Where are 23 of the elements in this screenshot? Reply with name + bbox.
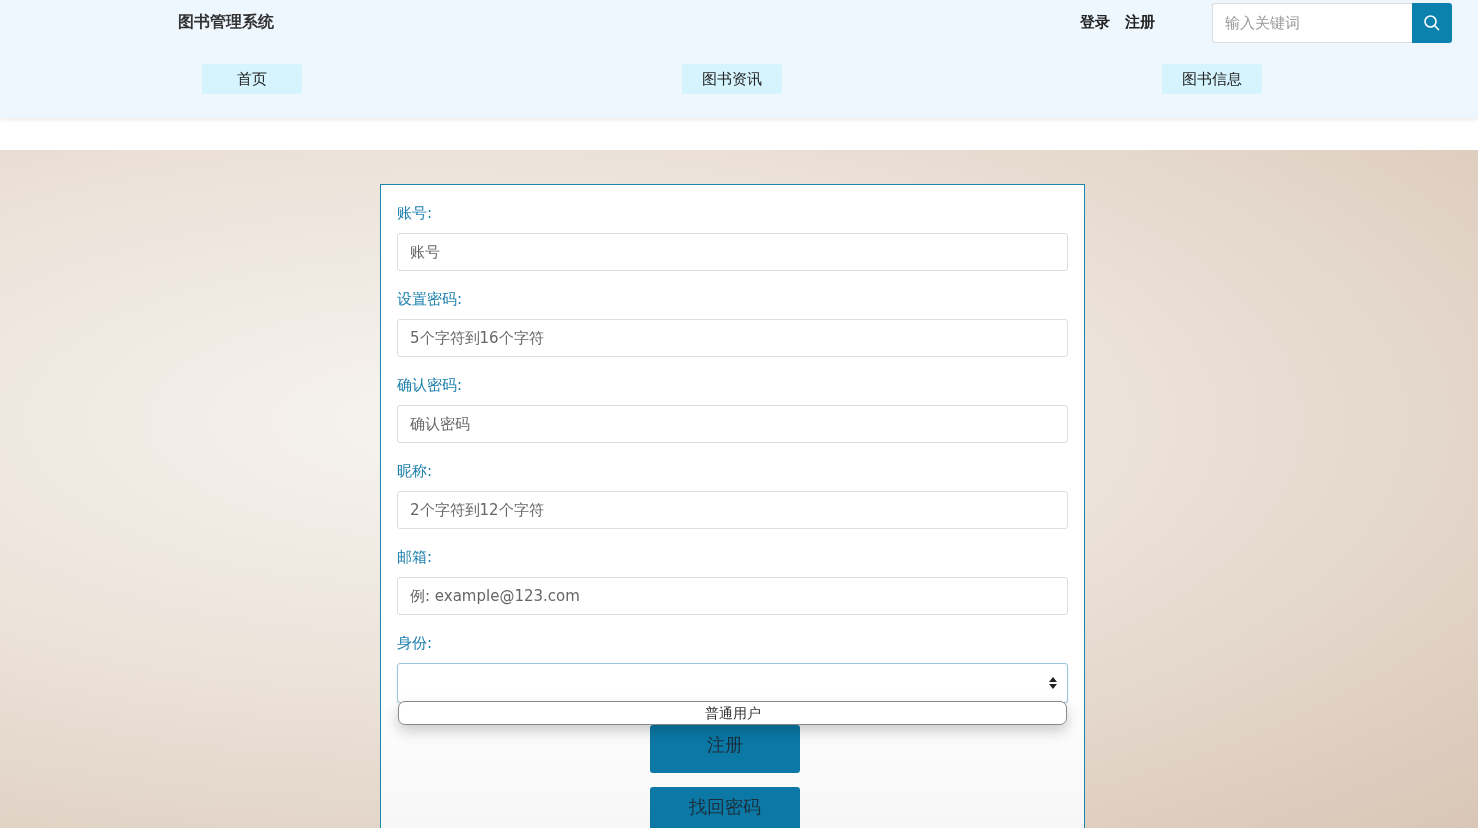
input-field[interactable]: 确认密码	[397, 405, 1068, 443]
search-button[interactable]	[1412, 3, 1452, 43]
site-title: 图书管理系统	[178, 11, 274, 33]
sort-arrows-icon	[1049, 677, 1057, 689]
field-label: 邮箱:	[397, 547, 434, 567]
field-label: 设置密码:	[397, 289, 464, 309]
field-label: 昵称:	[397, 461, 434, 481]
input-field[interactable]: 2个字符到12个字符	[397, 491, 1068, 529]
header-link[interactable]: 登录	[1080, 12, 1110, 32]
nav-tab[interactable]: 首页	[202, 64, 302, 94]
field-label: 账号:	[397, 203, 434, 223]
field-label: 确认密码:	[397, 375, 464, 395]
nav-tab[interactable]: 图书信息	[1162, 64, 1262, 94]
input-field[interactable]: 5个字符到16个字符	[397, 319, 1068, 357]
identity-select[interactable]	[397, 663, 1068, 703]
input-field[interactable]: 账号	[397, 233, 1068, 271]
dropdown-option[interactable]: 普通用户	[399, 702, 1066, 724]
nav-tab[interactable]: 图书资讯	[682, 64, 782, 94]
search-icon	[1423, 14, 1441, 32]
header-link[interactable]: 注册	[1125, 12, 1155, 32]
field-label: 身份:	[397, 633, 434, 653]
search-field[interactable]: 输入关键词	[1212, 3, 1412, 43]
input-field[interactable]: 例: example@123.com	[397, 577, 1068, 615]
